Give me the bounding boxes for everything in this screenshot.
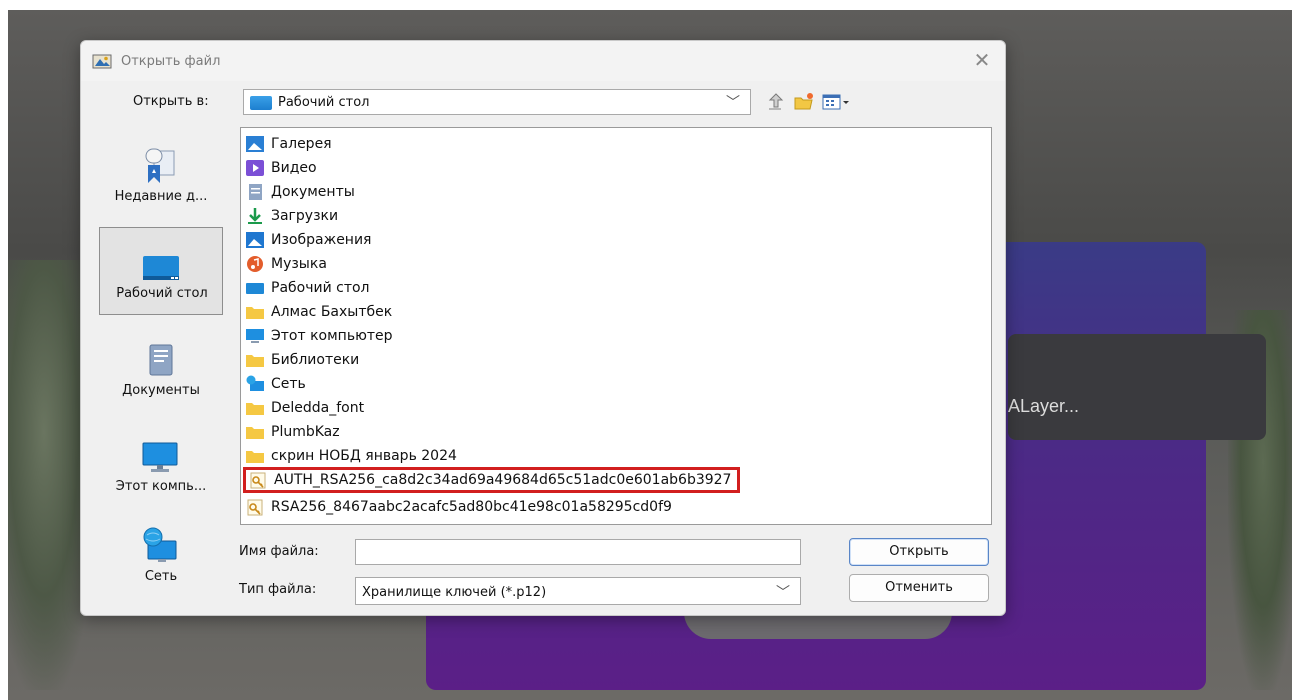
look-in-label: Открыть в: <box>133 94 209 109</box>
sidebar-item-label: Недавние д... <box>114 189 208 204</box>
list-item[interactable]: Видео <box>245 156 317 180</box>
folder-icon <box>245 423 265 441</box>
new-folder-icon[interactable] <box>793 91 815 113</box>
file-name: RSA256_8467aabc2acafc5ad80bc41e98c01a582… <box>271 499 672 515</box>
this-pc-icon <box>245 327 265 345</box>
network-icon <box>245 375 265 393</box>
up-folder-icon[interactable] <box>765 91 787 113</box>
close-button[interactable]: ✕ <box>969 49 995 73</box>
file-name: Рабочий стол <box>271 280 370 296</box>
file-name: Галерея <box>271 136 332 152</box>
list-item-highlighted[interactable]: AUTH_RSA256_ca8d2c34ad69a49684d65c51adc0… <box>243 467 741 493</box>
list-item[interactable]: Галерея <box>245 132 332 156</box>
gallery-icon <box>245 135 265 153</box>
recent-documents-icon <box>140 147 180 185</box>
list-item[interactable]: Этот компьютер <box>245 324 393 348</box>
list-item[interactable]: PlumbKaz <box>245 420 340 444</box>
music-icon <box>245 255 265 273</box>
file-name: Изображения <box>271 232 372 248</box>
java-app-icon <box>92 53 112 70</box>
file-name: Deledda_font <box>271 400 365 416</box>
file-name: скрин НОБД январь 2024 <box>271 448 457 464</box>
file-name-input[interactable] <box>355 539 801 565</box>
file-name: Библиотеки <box>271 352 360 368</box>
documents-icon <box>245 183 265 201</box>
folder-icon <box>245 351 265 369</box>
folder-icon <box>245 399 265 417</box>
list-item[interactable]: Рабочий стол <box>245 276 370 300</box>
dialog-titlebar: Открыть файл ✕ <box>81 41 1005 81</box>
file-name: AUTH_RSA256_ca8d2c34ad69a49684d65c51adc0… <box>274 472 732 488</box>
key-file-icon <box>245 498 265 516</box>
background-banner-text: ALayer... <box>1008 396 1080 416</box>
chevron-down-icon: ﹀ <box>776 585 790 601</box>
folder-icon <box>245 447 265 465</box>
list-item[interactable]: скрин НОБД январь 2024 <box>245 444 457 468</box>
list-item[interactable]: Загрузки <box>245 204 338 228</box>
folder-icon <box>245 303 265 321</box>
downloads-icon <box>245 207 265 225</box>
desktop-icon <box>250 96 272 110</box>
list-item[interactable]: Библиотеки <box>245 348 359 372</box>
open-file-dialog: Открыть файл ✕ Открыть в: Рабочий стол ﹀ <box>80 40 1006 616</box>
list-item[interactable]: Изображения <box>245 228 371 252</box>
file-name: Загрузки <box>271 208 339 224</box>
sidebar-item-recent[interactable]: Недавние д... <box>99 131 223 219</box>
file-name: Видео <box>271 160 317 176</box>
sidebar-item-network[interactable]: Сеть <box>99 511 223 599</box>
file-type-value: Хранилище ключей (*.p12) <box>362 585 547 600</box>
desktop-icon <box>141 244 181 282</box>
sidebar-item-desktop[interactable]: Рабочий стол <box>99 227 223 315</box>
sidebar-item-documents[interactable]: Документы <box>99 325 223 413</box>
key-file-icon <box>248 471 268 489</box>
list-item[interactable]: Музыка <box>245 252 327 276</box>
file-name: Музыка <box>271 256 327 272</box>
sidebar-item-label: Сеть <box>144 569 178 584</box>
list-item[interactable]: Deledda_font <box>245 396 364 420</box>
pictures-icon <box>245 231 265 249</box>
video-icon <box>245 159 265 177</box>
file-name: Сеть <box>271 376 306 392</box>
documents-icon <box>140 341 180 379</box>
list-item[interactable]: Сеть <box>245 372 306 396</box>
dialog-title: Открыть файл <box>121 54 221 69</box>
file-type-select[interactable]: Хранилище ключей (*.p12) ﹀ <box>355 577 801 605</box>
list-item[interactable]: Документы <box>245 180 355 204</box>
open-button[interactable]: Открыть <box>849 538 989 566</box>
list-item[interactable]: Алмас Бахытбек <box>245 300 392 324</box>
file-name: Этот компьютер <box>271 328 393 344</box>
file-list[interactable]: Галерея Видео Документы Загрузки Изображ… <box>240 127 992 525</box>
this-pc-icon <box>140 437 180 475</box>
network-icon <box>140 527 180 565</box>
desktop-icon <box>245 279 265 297</box>
background-banner <box>1008 334 1266 440</box>
cancel-button[interactable]: Отменить <box>849 574 989 602</box>
places-sidebar: Недавние д... Рабочий стол Документы Это… <box>93 131 229 591</box>
look-in-value: Рабочий стол <box>278 95 370 110</box>
chevron-down-icon: ﹀ <box>726 95 740 111</box>
file-name: Алмас Бахытбек <box>271 304 393 320</box>
file-name-label: Имя файла: <box>239 544 319 559</box>
sidebar-item-this-pc[interactable]: Этот компь... <box>99 421 223 509</box>
sidebar-item-label: Документы <box>122 383 200 398</box>
file-name: Документы <box>271 184 355 200</box>
sidebar-item-label: Этот компь... <box>115 479 207 494</box>
list-item[interactable]: RSA256_8467aabc2acafc5ad80bc41e98c01a582… <box>245 495 672 519</box>
look-in-combo[interactable]: Рабочий стол ﹀ <box>243 89 751 115</box>
view-menu-icon[interactable] <box>821 91 851 113</box>
sidebar-item-label: Рабочий стол <box>116 286 208 301</box>
file-name: PlumbKaz <box>271 424 340 440</box>
file-type-label: Тип файла: <box>239 582 317 597</box>
